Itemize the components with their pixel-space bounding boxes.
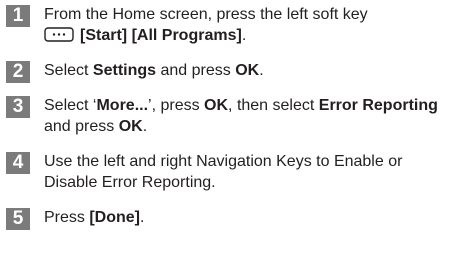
step-3-text-4: and press bbox=[44, 118, 119, 135]
step-number-badge: 3 bbox=[6, 96, 30, 118]
step-2-text-1: Select bbox=[44, 62, 93, 79]
step-number-badge: 2 bbox=[6, 61, 30, 83]
step-4-text: Use the left and right Navigation Keys t… bbox=[44, 153, 403, 191]
error-reporting-label: Error Reporting bbox=[318, 97, 438, 114]
instruction-steps: 1 From the Home screen, press the left s… bbox=[6, 4, 456, 230]
step-3-text-5: . bbox=[142, 118, 148, 135]
ok-label: OK bbox=[204, 97, 229, 114]
step-number-badge: 1 bbox=[6, 5, 30, 27]
more-label: More... bbox=[96, 97, 149, 114]
settings-label: Settings bbox=[92, 62, 157, 79]
ok-label: OK bbox=[235, 62, 260, 79]
step-1-end: . bbox=[241, 27, 247, 44]
step-2-text-3: . bbox=[259, 62, 264, 79]
step-number-badge: 5 bbox=[6, 208, 30, 230]
step-2: 2 Select Settings and press OK. bbox=[6, 60, 456, 83]
step-3: 3 Select ‘More...’, press OK, then selec… bbox=[6, 95, 456, 137]
ok-label: OK bbox=[118, 118, 143, 135]
step-3-text-1: Select ‘ bbox=[44, 97, 97, 114]
all-programs-label: [All Programs] bbox=[131, 27, 242, 44]
step-4: 4 Use the left and right Navigation Keys… bbox=[6, 151, 456, 193]
step-number-badge: 4 bbox=[6, 152, 30, 174]
step-5-text-2: . bbox=[140, 209, 145, 226]
step-1-text: From the Home screen, press the left sof… bbox=[44, 6, 368, 23]
step-2-text-2: and press bbox=[156, 62, 236, 79]
done-label: [Done] bbox=[89, 209, 140, 226]
left-soft-key-icon bbox=[44, 27, 74, 42]
start-label: [Start] bbox=[80, 27, 128, 44]
step-3-text-2: ’, press bbox=[148, 97, 205, 114]
step-3-text-3: , then select bbox=[228, 97, 319, 114]
step-5-text-1: Press bbox=[44, 209, 90, 226]
step-1: 1 From the Home screen, press the left s… bbox=[6, 4, 456, 46]
step-5: 5 Press [Done]. bbox=[6, 207, 456, 230]
